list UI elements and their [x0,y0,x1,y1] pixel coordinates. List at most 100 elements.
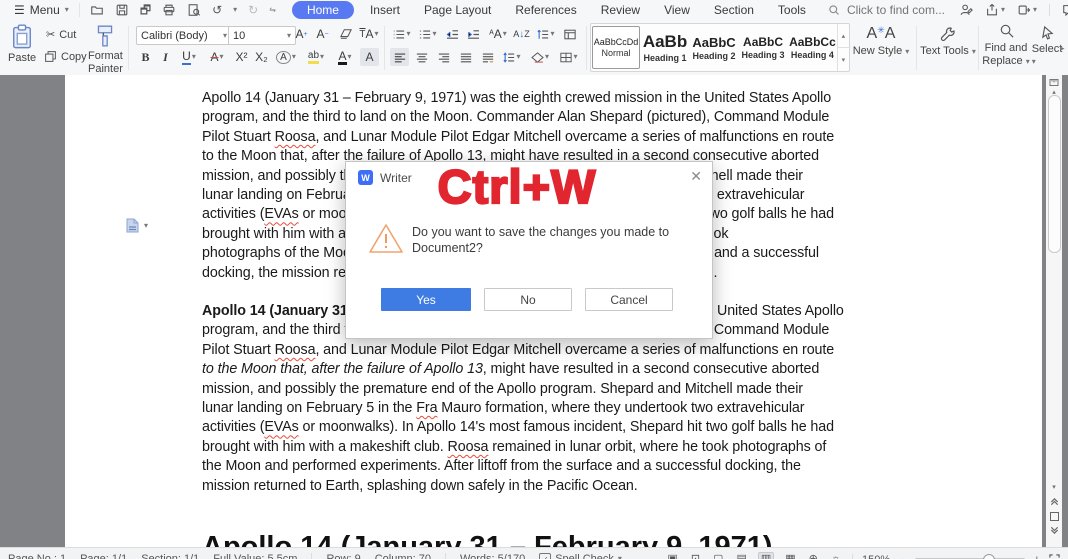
yes-button[interactable]: Yes [381,288,471,311]
styles-scroll-down-icon[interactable]: ▾ [838,48,849,71]
font-color-button[interactable]: A ▾ [332,48,358,66]
export-pdf-icon[interactable]: 🗗 [140,4,151,16]
style-heading-1[interactable]: AaBb Heading 1 [641,26,689,69]
search-input[interactable] [844,2,959,18]
web-preview-icon[interactable]: ⊕ [807,553,820,559]
justify-button[interactable] [456,48,475,66]
character-shading-button[interactable]: A [360,48,379,66]
pickup-mode-button[interactable]: ▾ [1017,3,1037,17]
outline-view-icon[interactable]: ▦ [783,553,797,559]
ruler-toggle-icon[interactable] [1046,78,1062,87]
scroll-down-arrow[interactable]: ▾ [1046,483,1062,491]
tab-review[interactable]: Review [601,3,640,17]
paragraph-spacing-button[interactable]: ▾ [534,25,558,43]
paste-button[interactable]: Paste [8,24,36,64]
no-button[interactable]: No [484,288,572,311]
cancel-button[interactable]: Cancel [585,288,673,311]
strikethrough-button[interactable]: A ▾ [204,48,230,66]
align-center-button[interactable] [412,48,431,66]
status-words[interactable]: Words: 5/170 [460,553,525,559]
font-family-select[interactable]: Calibri (Body) ▾ [136,26,232,45]
zoom-level[interactable]: 150% [862,554,890,559]
document-text-line: program, and the third to land on the Mo… [202,109,830,126]
underline-button[interactable]: U ▾ [176,48,202,66]
style-normal[interactable]: AaBbCcDd Normal [592,26,641,69]
clear-formatting-icon[interactable] [336,25,355,43]
cut-button[interactable]: ✂ Cut [46,28,76,42]
borders-button[interactable]: ▾ [556,48,582,66]
save-icon[interactable] [115,3,129,17]
main-menu-button[interactable]: ☰ Menu ▾ [0,3,79,17]
print-layout-icon[interactable]: ▥ [757,552,775,559]
tab-tools[interactable]: Tools [778,3,806,17]
print-icon[interactable] [162,3,176,17]
vertical-scrollbar[interactable]: ▴ ▾ [1046,75,1062,547]
undo-icon[interactable]: ↺ [212,4,222,16]
undo-caret-icon[interactable]: ▾ [233,6,237,14]
copy-button[interactable]: Copy [44,50,87,63]
scrollbar-thumb[interactable] [1048,95,1061,253]
increase-font-size-button[interactable]: A + [292,25,311,43]
bold-button[interactable]: B [136,48,155,66]
select-button[interactable]: Select ▾ [1032,25,1062,67]
sort-button[interactable]: A ↓ Z [512,25,531,43]
tab-section[interactable]: Section [714,3,754,17]
text-direction-button[interactable]: ᴬ A ▾ [486,25,510,43]
open-folder-icon[interactable] [90,3,104,17]
superscript-button[interactable]: X² [232,48,251,66]
distribute-text-button[interactable] [478,48,497,66]
line-spacing-button[interactable]: ▾ [500,48,524,66]
tab-home[interactable]: Home [291,1,354,19]
italic-button[interactable]: I [156,48,175,66]
style-heading-3[interactable]: AaBbC Heading 3 [739,26,787,69]
overview-icon[interactable]: ▢ [711,553,725,559]
divider [586,26,587,70]
subscript-button[interactable]: X₂ [252,48,271,66]
zoom-in-icon[interactable]: + [1034,554,1040,559]
share-button[interactable]: ▾ [985,3,1005,17]
tab-page-layout[interactable]: Page Layout [424,3,491,17]
customize-toolbar-icon[interactable]: ⇋ [269,6,276,14]
increase-indent-button[interactable] [464,25,483,43]
eye-protect-icon[interactable]: ▣ [665,553,679,559]
text-frame-button[interactable] [560,25,579,43]
styles-scroll-up-icon[interactable]: ▴ [837,24,850,48]
align-right-button[interactable] [434,48,453,66]
reading-mode-icon[interactable]: ⊡ [689,553,702,559]
eye-comfort-icon[interactable]: ☼ [829,553,843,559]
dialog-close-icon[interactable]: ✕ [690,168,702,185]
command-search[interactable] [828,2,959,18]
shading-color-button[interactable]: ▾ [527,48,553,66]
font-size-select[interactable]: 10 ▾ [228,26,296,45]
decrease-indent-button[interactable] [443,25,462,43]
bullet-list-button[interactable]: ▾ [390,25,414,43]
format-painter-button[interactable]: Format Painter [88,24,123,75]
style-heading-2[interactable]: AaBbC Heading 2 [690,26,738,69]
print-preview-icon[interactable] [187,3,201,17]
phonetic-guide-button[interactable]: T A ▾ [357,25,381,43]
tab-references[interactable]: References [515,3,576,17]
highlight-color-button[interactable]: ab ▾ [302,48,330,66]
text-tools-button[interactable]: Text Tools ▾ [920,25,976,57]
status-right: ▣ ⊡ ▢ ▤ ▥ ▦ ⊕ ☼ 150% − + [665,552,1060,559]
comment-icon[interactable] [1062,3,1068,17]
tab-view[interactable]: View [664,3,690,17]
style-heading-4[interactable]: AaBbCc Heading 4 [788,26,837,69]
new-style-button[interactable]: A✳A New Style ▾ [852,25,910,57]
account-icon[interactable] [959,3,973,17]
decrease-font-size-button[interactable]: A − [313,25,332,43]
previous-page-icon[interactable] [1046,497,1062,506]
fullscreen-icon[interactable] [1049,554,1060,559]
align-left-button[interactable] [390,48,409,66]
numbered-list-button[interactable]: ▾ [416,25,440,43]
find-replace-button[interactable]: Find and Replace ▾ [981,23,1031,67]
zoom-slider-thumb[interactable] [982,554,995,559]
select-browse-object-icon[interactable] [1046,512,1062,523]
text-effects-button[interactable]: A ▾ [272,48,300,66]
zoom-out-icon[interactable]: − [899,554,905,559]
next-page-icon[interactable] [1046,526,1062,535]
ribbon-overflow-icon[interactable]: ▸ [1060,44,1065,53]
tab-insert[interactable]: Insert [370,3,400,17]
web-layout-icon[interactable]: ▤ [734,553,748,559]
spell-check-toggle[interactable]: ✓ Spell Check ▾ [539,553,622,559]
